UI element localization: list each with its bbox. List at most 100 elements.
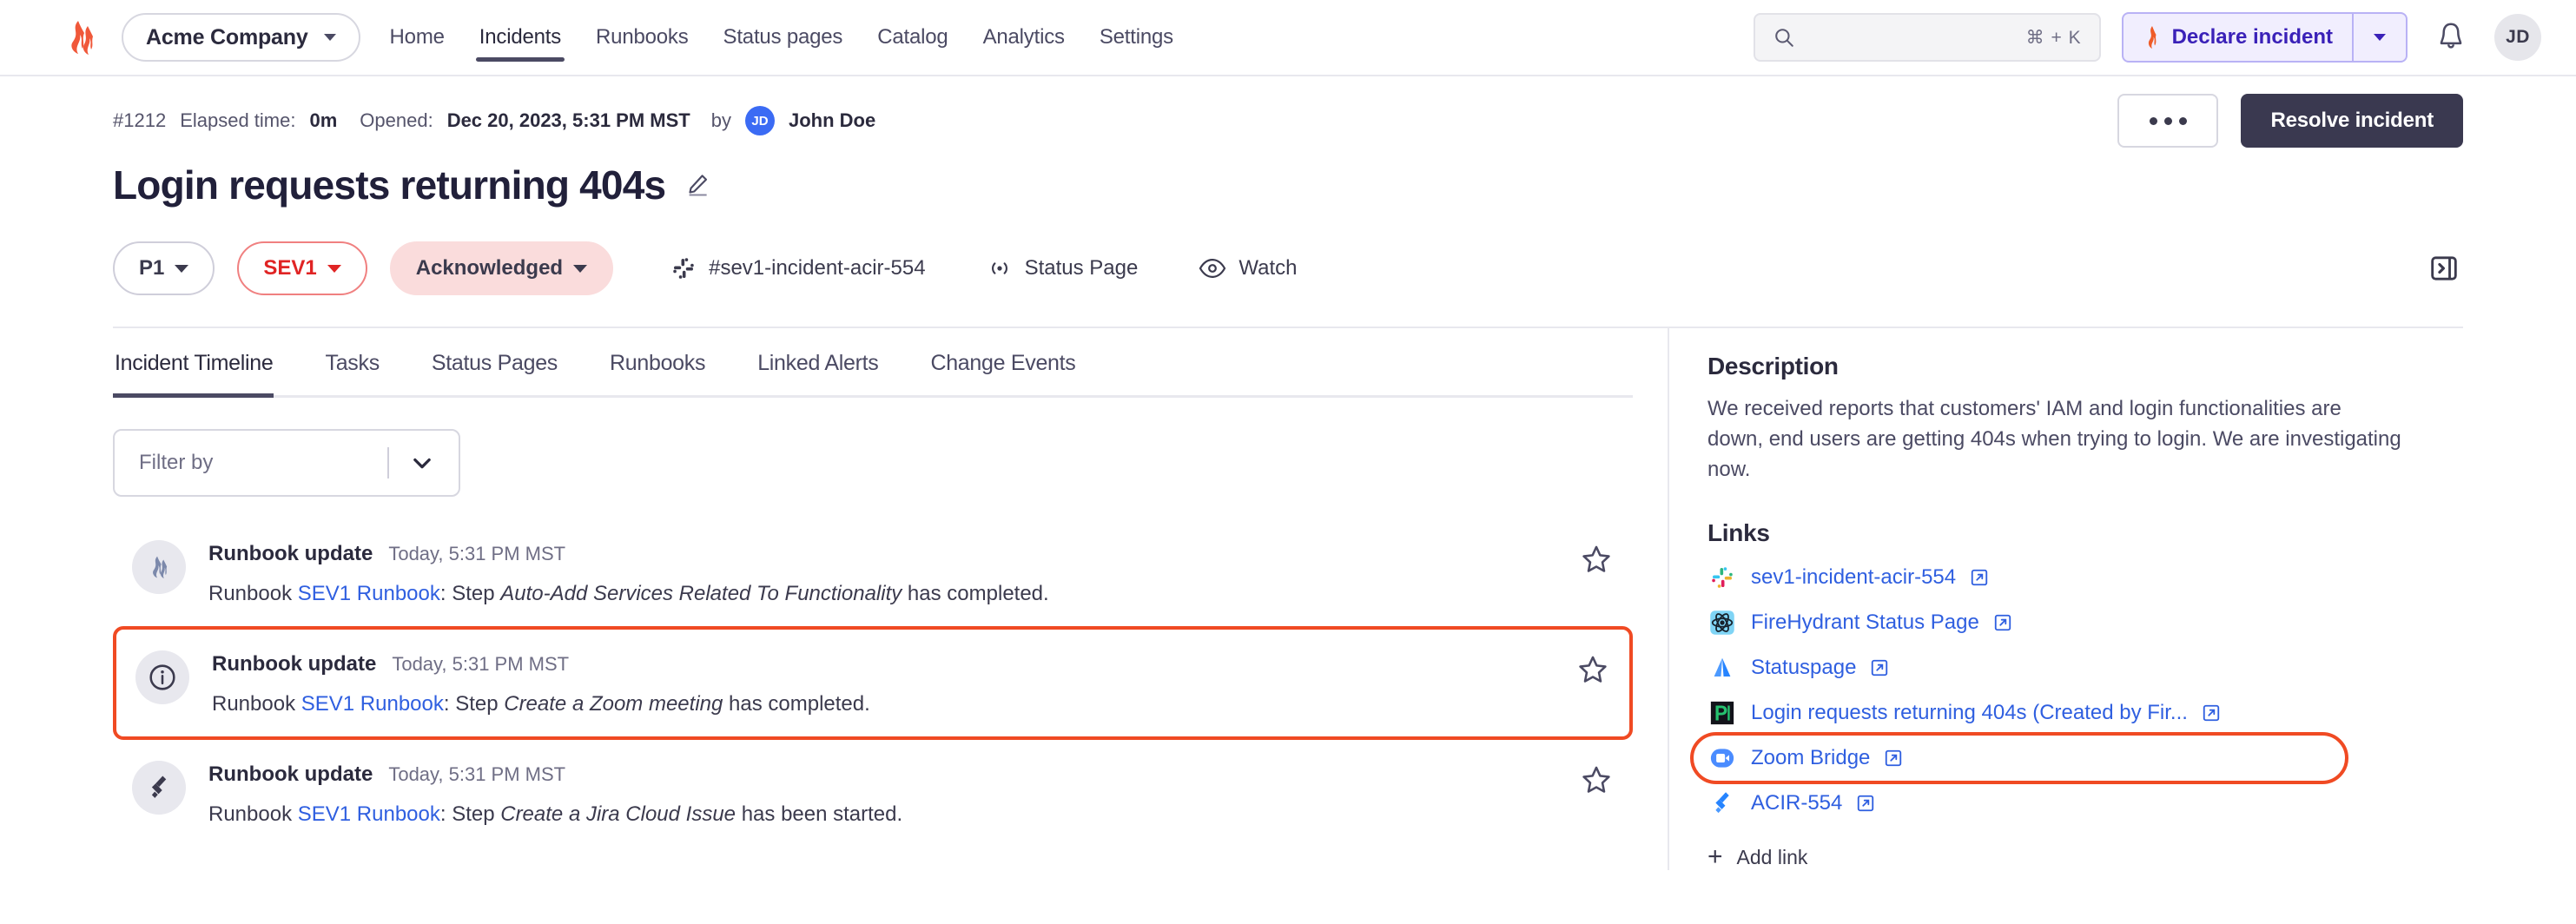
elapsed-value: 0m: [309, 109, 338, 131]
slack-channel-link[interactable]: #sev1-incident-acir-554: [670, 255, 926, 281]
nav-item-status-pages[interactable]: Status pages: [720, 0, 847, 76]
search-input[interactable]: ⌘ + K: [1753, 13, 2101, 62]
sidebar-link-pagerduty[interactable]: Login requests returning 404s (Created b…: [1707, 698, 2463, 728]
priority-selector[interactable]: P1: [113, 241, 215, 295]
declare-incident-button[interactable]: Declare incident: [2124, 14, 2352, 61]
incident-meta: #1212 Elapsed time: 0m Opened: Dec 20, 2…: [113, 106, 875, 135]
flame-icon: [2148, 26, 2157, 49]
filter-by-dropdown[interactable]: Filter by: [113, 429, 460, 497]
priority-value: P1: [139, 256, 165, 280]
chevron-down-icon: [573, 264, 588, 273]
timeline-list: Runbook update Today, 5:31 PM MST Runboo…: [113, 519, 1633, 848]
watch-button[interactable]: Watch: [1199, 255, 1297, 281]
timeline-text-suffix: has completed.: [723, 692, 870, 716]
sidebar-link-firehydrant-status-page[interactable]: FireHydrant Status Page: [1707, 608, 2463, 637]
chevron-down-icon: [413, 458, 431, 469]
nav-item-analytics[interactable]: Analytics: [980, 0, 1068, 76]
status-selector[interactable]: Acknowledged: [389, 241, 614, 295]
tab-runbooks[interactable]: Runbooks: [584, 328, 731, 395]
zoom-icon: [1707, 743, 1737, 773]
timeline-item[interactable]: Runbook update Today, 5:31 PM MST Runboo…: [113, 519, 1633, 626]
nav-item-settings[interactable]: Settings: [1096, 0, 1177, 76]
description-heading: Description: [1707, 353, 1839, 380]
runbook-link[interactable]: SEV1 Runbook: [301, 692, 444, 716]
timeline-item[interactable]: Runbook update Today, 5:31 PM MST Runboo…: [113, 740, 1633, 847]
sidebar-link-statuspage[interactable]: Statuspage: [1707, 653, 2463, 683]
status-page-link[interactable]: Status Page: [987, 255, 1138, 281]
declare-incident-label: Declare incident: [2171, 25, 2333, 49]
severity-value: SEV1: [263, 256, 317, 280]
timeline-column: Incident Timeline Tasks Status Pages Run…: [113, 328, 1668, 870]
severity-selector[interactable]: SEV1: [237, 241, 367, 295]
user-avatar[interactable]: JD: [2494, 14, 2541, 61]
description-body: We received reports that customers' IAM …: [1707, 397, 2401, 481]
external-link-icon: [1971, 570, 1988, 586]
org-switcher[interactable]: Acme Company: [122, 13, 360, 62]
top-navigation-bar: Acme Company Home Incidents Runbooks Sta…: [0, 0, 2576, 76]
resolve-incident-label: Resolve incident: [2270, 109, 2434, 132]
sidebar-link-jira[interactable]: ACIR-554: [1707, 789, 2463, 818]
search-icon: [1774, 29, 1793, 47]
timeline-item-text: Runbook SEV1 Runbook: Step Create a Zoom…: [212, 690, 1555, 717]
pencil-icon[interactable]: [684, 172, 710, 198]
incident-status-row: P1 SEV1 Acknowledged #sev1-incident-acir…: [113, 241, 2463, 295]
chevron-down-icon: [323, 34, 336, 41]
collapse-sidebar-button[interactable]: [2425, 249, 2463, 287]
tab-linked-alerts[interactable]: Linked Alerts: [731, 328, 904, 395]
timeline-item-title: Runbook update: [212, 652, 377, 676]
filter-placeholder: Filter by: [139, 451, 214, 474]
add-link-label: Add link: [1736, 845, 1808, 868]
external-link-icon: [1872, 660, 1888, 676]
notifications-button[interactable]: [2428, 15, 2474, 60]
runbook-link[interactable]: SEV1 Runbook: [298, 582, 440, 605]
sidebar-link-label: Zoom Bridge: [1751, 746, 1871, 770]
firehydrant-logo-icon[interactable]: [61, 17, 101, 57]
nav-item-runbooks[interactable]: Runbooks: [592, 0, 691, 76]
star-outline-icon[interactable]: [1577, 654, 1608, 685]
star-outline-icon[interactable]: [1581, 544, 1612, 575]
sidebar-link-slack[interactable]: sev1-incident-acir-554: [1707, 563, 2463, 592]
timeline-item[interactable]: Runbook update Today, 5:31 PM MST Runboo…: [113, 626, 1633, 741]
slack-channel-label: #sev1-incident-acir-554: [709, 256, 926, 280]
tab-incident-timeline[interactable]: Incident Timeline: [113, 328, 300, 398]
tab-status-pages[interactable]: Status Pages: [406, 328, 584, 395]
tab-tasks[interactable]: Tasks: [300, 328, 406, 395]
add-link-button[interactable]: + Add link: [1707, 844, 2463, 870]
timeline-item-text: Runbook SEV1 Runbook: Step Create a Jira…: [208, 801, 1558, 828]
declare-incident-dropdown-button[interactable]: [2352, 14, 2406, 61]
bell-icon: [2440, 23, 2462, 49]
more-options-button[interactable]: [2117, 94, 2219, 148]
timeline-step-name: Auto-Add Services Related To Functionali…: [500, 582, 902, 605]
timeline-item-body: Runbook update Today, 5:31 PM MST Runboo…: [208, 759, 1558, 828]
nav-item-incidents[interactable]: Incidents: [475, 0, 565, 76]
runbook-link[interactable]: SEV1 Runbook: [298, 802, 440, 826]
status-value: Acknowledged: [415, 256, 564, 280]
tab-change-events[interactable]: Change Events: [904, 328, 1101, 395]
incident-actions: Resolve incident: [2117, 94, 2463, 148]
timeline-text-mid: : Step: [443, 692, 505, 716]
links-heading: Links: [1707, 519, 1770, 547]
incident-meta-row: #1212 Elapsed time: 0m Opened: Dec 20, 2…: [113, 76, 2463, 149]
by-label: by: [710, 109, 731, 131]
resolve-incident-button[interactable]: Resolve incident: [2241, 94, 2463, 148]
plus-icon: +: [1707, 842, 1723, 872]
sidebar-link-label: Statuspage: [1751, 656, 1857, 680]
chevron-down-icon: [175, 264, 189, 273]
incident-detail-page: Acme Company Home Incidents Runbooks Sta…: [0, 0, 2576, 924]
author-initials: JD: [751, 113, 769, 129]
chevron-down-icon: [2374, 34, 2386, 41]
ellipsis-icon: [2149, 116, 2157, 125]
elapsed-label: Elapsed time:: [180, 109, 296, 131]
external-link-icon: [1994, 615, 2011, 631]
timeline-item-text: Runbook SEV1 Runbook: Step Auto-Add Serv…: [208, 580, 1558, 607]
timeline-item-header: Runbook update Today, 5:31 PM MST: [208, 542, 1558, 566]
nav-item-home[interactable]: Home: [386, 0, 448, 76]
timeline-item-title: Runbook update: [208, 762, 373, 787]
star-outline-icon[interactable]: [1581, 764, 1612, 795]
ellipsis-icon: [2163, 116, 2172, 125]
nav-item-catalog[interactable]: Catalog: [874, 0, 951, 76]
pagerduty-icon: [1707, 698, 1737, 728]
declare-incident-group: Declare incident: [2121, 12, 2408, 63]
sidebar-link-zoom-bridge[interactable]: Zoom Bridge: [1690, 732, 2463, 785]
timeline-item-time: Today, 5:31 PM MST: [388, 763, 566, 786]
